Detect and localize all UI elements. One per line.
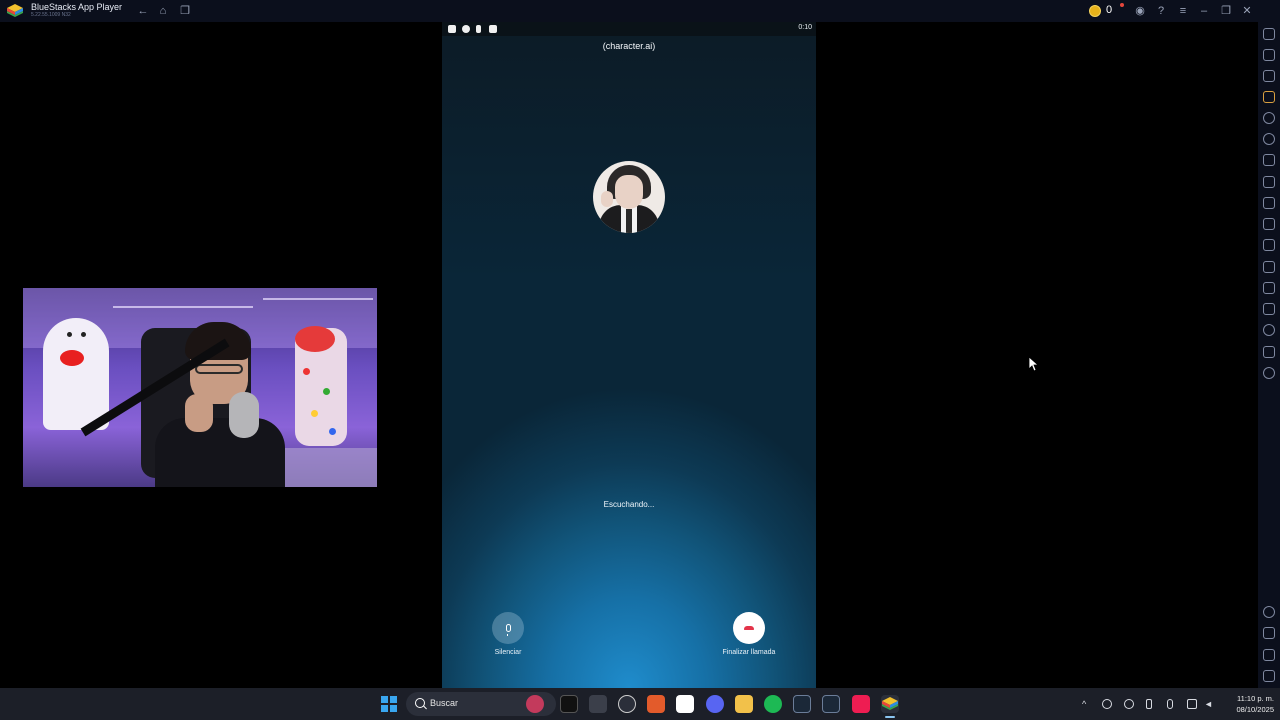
app-status-icon xyxy=(489,25,497,33)
sync-icon[interactable] xyxy=(1263,367,1275,379)
search-icon xyxy=(415,698,425,708)
notification-icon xyxy=(448,25,456,33)
location-icon[interactable] xyxy=(1263,324,1275,336)
octopus-app-icon[interactable] xyxy=(526,695,544,713)
fullscreen-icon[interactable] xyxy=(1263,28,1275,40)
steam-icon-2[interactable] xyxy=(822,695,840,713)
record-icon[interactable] xyxy=(1263,218,1275,230)
eco-mode-icon[interactable] xyxy=(1263,303,1275,315)
call-status-text: Escuchando... xyxy=(603,500,655,509)
windows-taskbar: Buscar ^ ◄ 11:10 p. m. 08/10/2025 xyxy=(0,688,1280,720)
clock-date: 08/10/2025 xyxy=(1236,705,1274,714)
layers-icon[interactable] xyxy=(1263,346,1275,358)
speaker-icon[interactable]: ◄ xyxy=(1204,699,1214,709)
keymap-icon[interactable] xyxy=(1263,70,1275,82)
discord-icon[interactable] xyxy=(706,695,724,713)
character-avatar xyxy=(593,161,665,233)
sidebar-recent-icon[interactable] xyxy=(1263,670,1275,682)
call-title: (character.ai) xyxy=(602,41,656,51)
mic-tray-icon[interactable] xyxy=(1167,699,1173,709)
microphone-icon xyxy=(505,624,511,636)
ghost-decoration xyxy=(43,318,109,430)
android-screen: 0:10 (character.ai) Escuchando... Silenc… xyxy=(442,22,816,688)
microphone xyxy=(229,392,259,438)
bluestacks-logo xyxy=(7,4,23,17)
volume-icon[interactable] xyxy=(1263,49,1275,61)
clock-time: 11:10 p. m. xyxy=(1237,694,1274,703)
sidebar-home-icon[interactable] xyxy=(1263,649,1275,661)
end-call-button[interactable] xyxy=(733,612,765,644)
status-bar: 0:10 xyxy=(442,22,816,36)
windows-start-icon[interactable] xyxy=(381,696,397,712)
close-icon[interactable]: ✕ xyxy=(1240,4,1254,18)
unity-hub-icon[interactable] xyxy=(560,695,578,713)
brave-browser-icon[interactable] xyxy=(647,695,665,713)
app-version: 5.22.55.1009 N32 xyxy=(31,12,71,18)
restore-icon[interactable]: ❐ xyxy=(1219,4,1233,18)
macro-icon[interactable] xyxy=(1263,154,1275,166)
onedrive-icon[interactable] xyxy=(1102,699,1112,709)
account-icon[interactable]: ◉ xyxy=(1133,4,1147,18)
unity-icon[interactable] xyxy=(589,695,607,713)
bluestacks-small-logo xyxy=(882,697,898,710)
lock-icon xyxy=(476,25,481,33)
search-label: Buscar xyxy=(430,698,459,708)
home-icon[interactable]: ⌂ xyxy=(156,4,170,18)
rotate-icon[interactable] xyxy=(1263,112,1275,124)
usb-icon[interactable] xyxy=(1146,699,1152,709)
back-arrow-icon[interactable]: ← xyxy=(136,4,150,18)
mute-button[interactable] xyxy=(492,612,524,644)
tiktok-icon[interactable] xyxy=(852,695,870,713)
hang-up-icon xyxy=(744,626,754,630)
menu-icon[interactable]: ≡ xyxy=(1176,4,1190,18)
notification-dot xyxy=(1120,3,1124,7)
security-icon[interactable] xyxy=(1124,699,1134,709)
minimize-icon[interactable]: – xyxy=(1197,4,1211,18)
network-icon[interactable] xyxy=(1187,699,1197,709)
shield-icon xyxy=(462,25,470,33)
recent-apps-icon[interactable]: ❐ xyxy=(178,4,192,18)
file-explorer-icon[interactable] xyxy=(735,695,753,713)
end-call-label: Finalizar llamada xyxy=(722,649,776,656)
app-title: BlueStacks App Player xyxy=(31,2,123,12)
screenshot-icon[interactable] xyxy=(1263,197,1275,209)
game-controls-icon[interactable] xyxy=(1263,91,1275,103)
help-icon[interactable]: ? xyxy=(1154,4,1168,18)
webcam-feed xyxy=(23,288,377,487)
airplane-icon[interactable] xyxy=(1263,261,1275,273)
capcut-icon[interactable] xyxy=(676,695,694,713)
steam-icon[interactable] xyxy=(793,695,811,713)
settings-gear-icon[interactable] xyxy=(1263,606,1275,618)
coin-icon[interactable] xyxy=(1089,5,1101,17)
bluestacks-taskbar-icon[interactable] xyxy=(881,695,899,718)
taskbar-clock[interactable]: 11:10 p. m. 08/10/2025 xyxy=(1224,693,1274,715)
performance-icon[interactable] xyxy=(1263,176,1275,188)
media-folder-icon[interactable] xyxy=(1263,239,1275,251)
mute-label: Silenciar xyxy=(494,649,522,656)
coin-count: 0 xyxy=(1106,4,1113,16)
shake-icon[interactable] xyxy=(1263,133,1275,145)
side-toolbar xyxy=(1258,22,1280,688)
title-bar: BlueStacks App Player 5.22.55.1009 N32 ←… xyxy=(0,0,1280,22)
obs-icon[interactable] xyxy=(618,695,636,713)
call-timer: 0:10 xyxy=(798,24,812,31)
mouse-cursor-icon xyxy=(1029,357,1039,371)
sidebar-back-icon[interactable] xyxy=(1263,627,1275,639)
multi-instance-icon[interactable] xyxy=(1263,282,1275,294)
chevron-up-icon[interactable]: ^ xyxy=(1082,699,1092,709)
spotify-icon[interactable] xyxy=(764,695,782,713)
